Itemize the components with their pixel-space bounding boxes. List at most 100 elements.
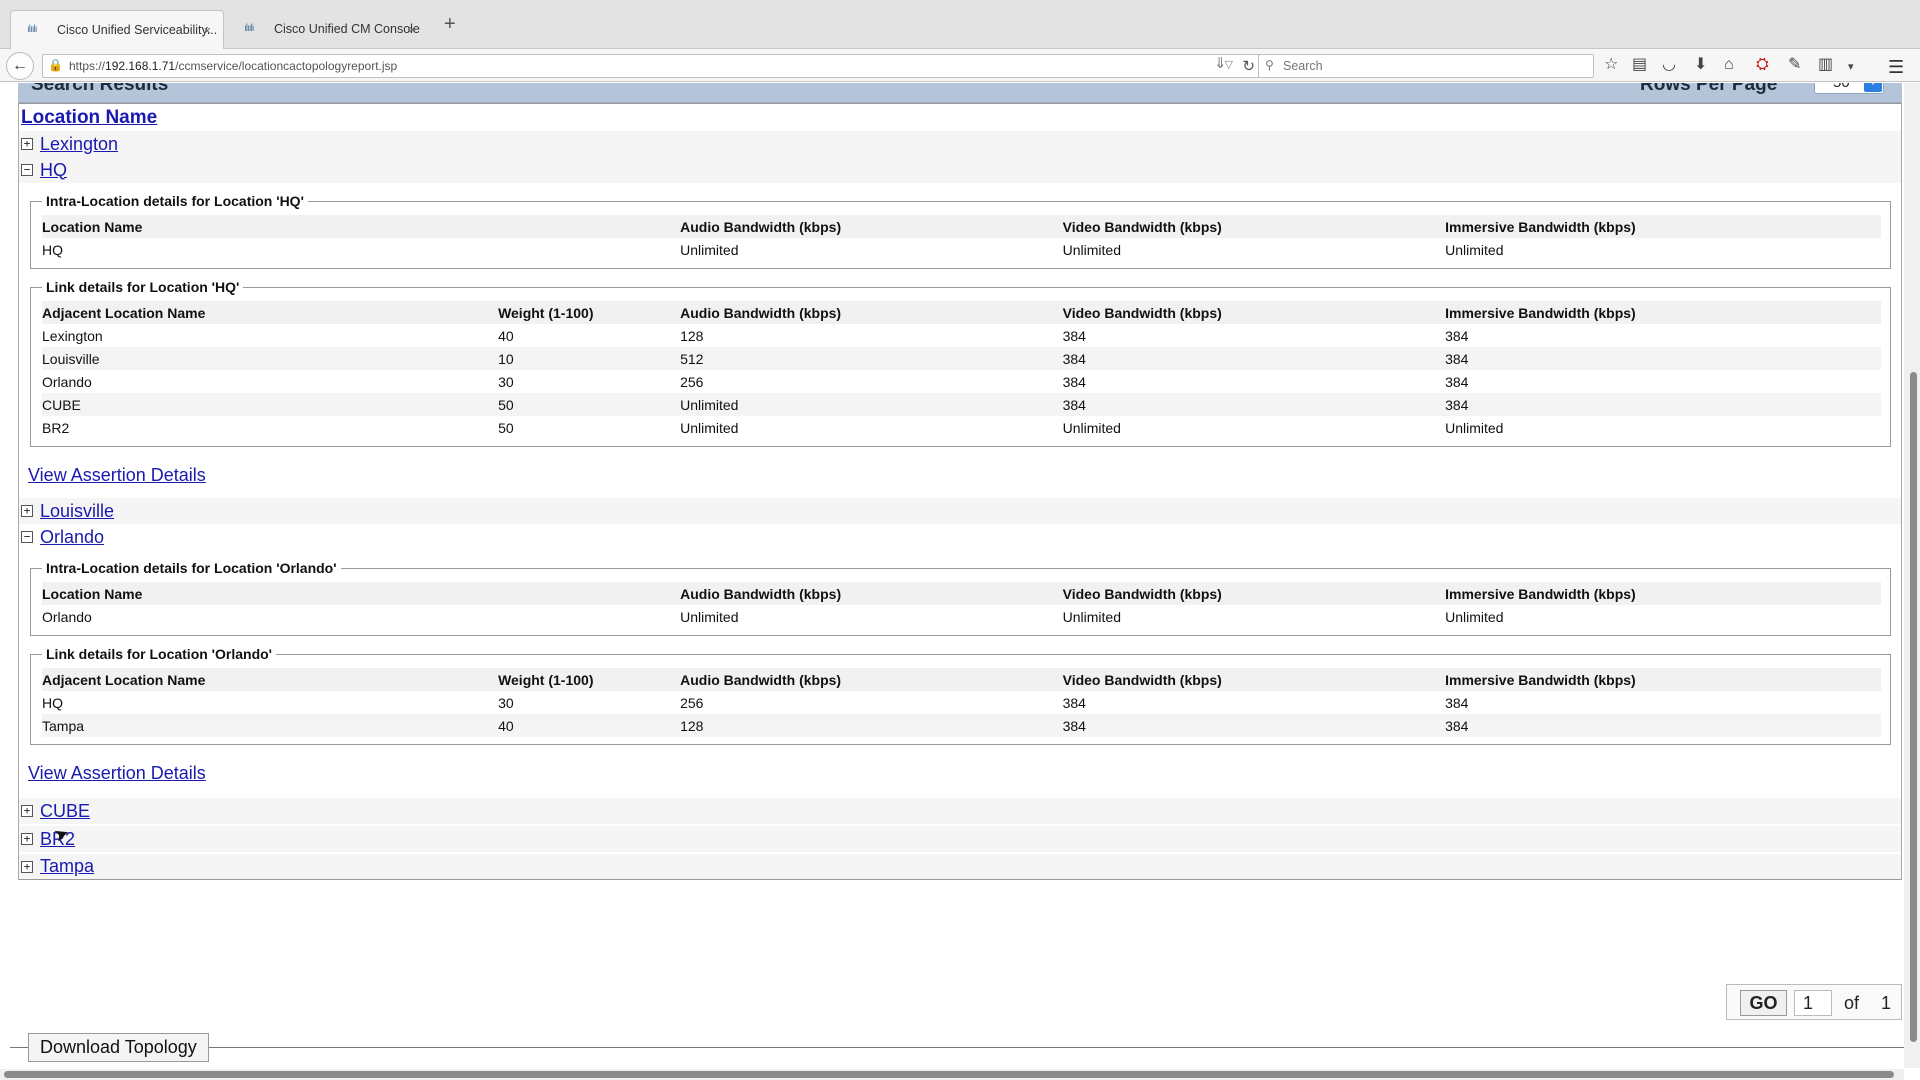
location-row-cube: + CUBE bbox=[19, 798, 1901, 824]
hq-link-table: Adjacent Location Name Weight (1-100) Au… bbox=[42, 301, 1881, 439]
table-cell: Tampa bbox=[42, 714, 499, 737]
column-header-cell: Location Name bbox=[42, 215, 681, 238]
overflow-dropdown-icon[interactable]: ▾ bbox=[1848, 58, 1854, 76]
browser-tab-bar: ılıılı Cisco Unified Serviceability... ×… bbox=[0, 0, 1920, 50]
downloads-icon[interactable]: ⬇ bbox=[1694, 56, 1707, 74]
location-link-lexington[interactable]: Lexington bbox=[40, 134, 118, 155]
table-cell: 30 bbox=[498, 374, 514, 390]
tab-cisco-serviceability[interactable]: ılıılı Cisco Unified Serviceability... × bbox=[10, 10, 224, 50]
pocket-icon[interactable]: ◡ bbox=[1662, 56, 1676, 74]
tab-cisco-cm-console[interactable]: ılıılı Cisco Unified CM Console × bbox=[228, 10, 428, 49]
location-results: Location Name + Lexington − HQ Intra-Loc… bbox=[18, 103, 1902, 880]
clipboard-icon[interactable]: ▥ bbox=[1818, 56, 1833, 74]
rows-per-page-label: Rows Per Page bbox=[1640, 83, 1778, 95]
page-viewport: Search Results Rows Per Page 50 ▼ Locati… bbox=[0, 83, 1904, 1069]
hq-intra-table: Location Name Audio Bandwidth (kbps) Vid… bbox=[42, 215, 1881, 261]
column-header-cell: Audio Bandwidth (kbps) bbox=[680, 301, 1063, 324]
home-icon[interactable]: ⌂ bbox=[1724, 56, 1734, 74]
search-input[interactable] bbox=[1281, 57, 1581, 75]
orlando-intra-table: Location Name Audio Bandwidth (kbps) Vid… bbox=[42, 582, 1881, 628]
location-link-cube[interactable]: CUBE bbox=[40, 801, 90, 822]
column-header-cell: Weight (1-100) bbox=[498, 668, 681, 691]
collapse-icon[interactable]: − bbox=[21, 164, 33, 176]
table-cell: Unlimited bbox=[680, 609, 739, 625]
table-row: Louisville 10 512 384 384 bbox=[42, 347, 1881, 370]
column-header-cell: Video Bandwidth (kbps) bbox=[1062, 215, 1446, 238]
table-row: Tampa 40 128 384 384 bbox=[42, 714, 1881, 737]
expand-icon[interactable]: + bbox=[21, 138, 33, 150]
tab-close-icon[interactable]: × bbox=[203, 11, 211, 50]
lock-icon: 🔒 bbox=[48, 58, 63, 72]
page-number-input[interactable] bbox=[1794, 990, 1832, 1016]
table-cell: HQ bbox=[42, 695, 63, 711]
reading-list-icon[interactable]: ▤ bbox=[1632, 56, 1647, 74]
expand-icon[interactable]: + bbox=[21, 805, 33, 817]
reload-icon[interactable]: ↻ bbox=[1242, 57, 1255, 75]
puzzle-icon[interactable]: ✎ bbox=[1788, 56, 1801, 74]
location-link-hq[interactable]: HQ bbox=[40, 160, 67, 181]
tab-close-icon[interactable]: × bbox=[408, 10, 416, 49]
fieldset-legend: Intra-Location details for Location 'HQ' bbox=[46, 193, 304, 209]
table-cell: CUBE bbox=[42, 393, 499, 416]
table-cell: Unlimited bbox=[680, 420, 739, 436]
extension-icon[interactable]: ⛭ bbox=[1756, 56, 1769, 74]
menu-hamburger-icon[interactable]: ☰ bbox=[1888, 57, 1904, 78]
location-row-tampa: + Tampa bbox=[19, 854, 1901, 880]
column-header-cell: Immersive Bandwidth (kbps) bbox=[1445, 301, 1881, 324]
download-topology-button[interactable]: Download Topology bbox=[28, 1033, 209, 1062]
back-button[interactable]: ← bbox=[6, 52, 34, 80]
search-icon: ⚲ bbox=[1265, 58, 1274, 72]
location-link-tampa[interactable]: Tampa bbox=[40, 856, 94, 877]
address-bar[interactable]: 🔒 https://192.168.1.71/ccmservice/locati… bbox=[42, 54, 1260, 78]
location-row-lexington: + Lexington bbox=[19, 131, 1901, 157]
table-cell: 10 bbox=[498, 347, 681, 370]
column-header-cell: Adjacent Location Name bbox=[42, 668, 499, 691]
table-cell: Unlimited bbox=[680, 393, 1063, 416]
table-cell: Unlimited bbox=[1062, 609, 1121, 625]
expand-icon[interactable]: + bbox=[21, 505, 33, 517]
location-link-louisville[interactable]: Louisville bbox=[40, 501, 114, 522]
download-arrow-icon[interactable]: ⇓ bbox=[1214, 54, 1227, 72]
column-header-cell: Video Bandwidth (kbps) bbox=[1062, 582, 1446, 605]
go-button[interactable]: GO bbox=[1740, 990, 1787, 1016]
vertical-scrollbar-thumb[interactable] bbox=[1910, 372, 1917, 1042]
column-header-cell: Adjacent Location Name bbox=[42, 301, 499, 324]
table-cell: Louisville bbox=[42, 347, 499, 370]
table-cell: BR2 bbox=[42, 420, 70, 436]
table-cell: 40 bbox=[498, 714, 681, 737]
view-assertion-details-link-orlando[interactable]: View Assertion Details bbox=[28, 763, 206, 783]
rows-per-page-select[interactable]: 50 ▼ bbox=[1814, 83, 1884, 94]
fieldset-legend: Link details for Location 'Orlando' bbox=[46, 646, 273, 662]
url-text: https://192.168.1.71/ccmservice/location… bbox=[69, 59, 398, 73]
fieldset-legend: Link details for Location 'HQ' bbox=[46, 279, 240, 295]
table-cell: 384 bbox=[1062, 714, 1446, 737]
bookmark-star-icon[interactable]: ☆ bbox=[1604, 56, 1618, 74]
table-cell: 384 bbox=[1445, 347, 1881, 370]
horizontal-scrollbar-thumb[interactable] bbox=[4, 1071, 1894, 1078]
of-label: of bbox=[1844, 993, 1860, 1013]
table-cell: 384 bbox=[1445, 695, 1469, 711]
table-cell: 384 bbox=[1062, 328, 1086, 344]
column-header-cell: Audio Bandwidth (kbps) bbox=[680, 215, 1063, 238]
hq-assertion-section: View Assertion Details bbox=[19, 457, 1901, 498]
sort-location-name-link[interactable]: Location Name bbox=[21, 107, 157, 128]
orlando-link-table: Adjacent Location Name Weight (1-100) Au… bbox=[42, 668, 1881, 737]
orlando-link-details: Link details for Location 'Orlando' Adja… bbox=[30, 646, 1891, 745]
expand-icon[interactable]: + bbox=[21, 833, 33, 845]
table-cell: 384 bbox=[1062, 695, 1086, 711]
column-header-cell: Location Name bbox=[42, 582, 681, 605]
table-cell: Unlimited bbox=[680, 242, 739, 258]
collapse-icon[interactable]: − bbox=[21, 531, 33, 543]
location-link-orlando[interactable]: Orlando bbox=[40, 527, 104, 548]
orlando-intra-location-details: Intra-Location details for Location 'Orl… bbox=[30, 560, 1891, 636]
expand-icon[interactable]: + bbox=[21, 860, 33, 873]
browser-search-box[interactable]: ⚲ bbox=[1258, 54, 1594, 78]
new-tab-button[interactable]: + bbox=[444, 12, 456, 36]
table-cell: 50 bbox=[498, 393, 681, 416]
table-cell: Unlimited bbox=[1062, 420, 1121, 436]
view-assertion-details-link-hq[interactable]: View Assertion Details bbox=[28, 465, 206, 485]
table-cell: 256 bbox=[680, 374, 704, 390]
cisco-favicon-icon: ılıılı bbox=[27, 24, 38, 35]
table-cell: 384 bbox=[1062, 374, 1086, 390]
table-row: HQ 30 256 384 384 bbox=[42, 691, 1881, 714]
